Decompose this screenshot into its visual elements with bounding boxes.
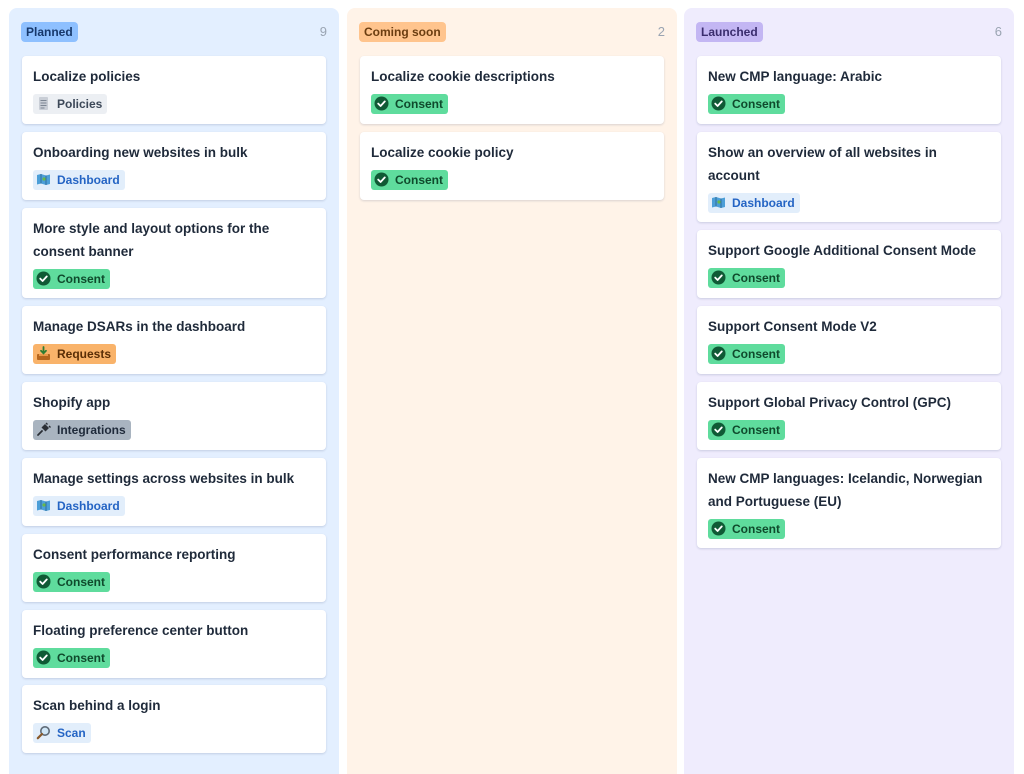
tag-policies: Policies (33, 94, 108, 114)
card-title: Show an overview of all websites in acco… (708, 145, 937, 183)
check-circle-icon (711, 346, 726, 361)
column-launched: Launched 6 New CMP language: Arabic Cons… (684, 8, 1014, 774)
card-title: New CMP language: Arabic (708, 69, 883, 84)
card-title: Support Global Privacy Control (GPC) (708, 395, 952, 410)
tag-integrations: Integrations (33, 420, 131, 440)
roadmap-card[interactable]: Localize policies Policies (22, 56, 326, 124)
plug-icon (36, 422, 51, 437)
tag-label: Integrations (57, 423, 126, 437)
tag-consent: Consent (708, 519, 785, 539)
tag-consent: Consent (708, 94, 785, 114)
tag-label: Consent (732, 271, 780, 285)
tag-label: Dashboard (732, 196, 795, 210)
tag-consent: Consent (708, 344, 785, 364)
status-pill-coming-soon: Coming soon (359, 22, 446, 42)
roadmap-card[interactable]: New CMP language: Arabic Consent (697, 56, 1001, 124)
tag-label: Consent (732, 97, 780, 111)
roadmap-card[interactable]: Manage settings across websites in bulk … (22, 458, 326, 526)
roadmap-card[interactable]: Scan behind a login Scan (22, 685, 326, 753)
tag-label: Dashboard (57, 499, 120, 513)
tag-consent: Consent (371, 94, 448, 114)
tag-label: Policies (57, 97, 103, 111)
card-title: Support Google Additional Consent Mode (708, 243, 976, 258)
tag-consent: Consent (33, 269, 110, 289)
tag-consent: Consent (708, 420, 785, 440)
card-title: Localize cookie policy (371, 145, 514, 160)
status-pill-planned: Planned (21, 22, 78, 42)
check-circle-icon (711, 270, 726, 285)
card-title: Floating preference center button (33, 623, 249, 638)
tag-consent: Consent (371, 170, 448, 190)
tag-label: Consent (57, 651, 105, 665)
roadmap-card[interactable]: New CMP languages: Icelandic, Norwegian … (697, 458, 1001, 548)
tag-consent: Consent (33, 572, 110, 592)
roadmap-card[interactable]: Consent performance reporting Consent (22, 534, 326, 602)
column-header: Launched 6 (696, 22, 1002, 44)
status-pill-launched: Launched (696, 22, 763, 42)
document-icon (36, 96, 51, 111)
tag-consent: Consent (33, 648, 110, 668)
card-title: Localize policies (33, 69, 141, 84)
card-title: Scan behind a login (33, 698, 161, 713)
check-circle-icon (36, 574, 51, 589)
card-title: Manage settings across websites in bulk (33, 471, 295, 486)
check-circle-icon (374, 172, 389, 187)
card-title: Onboarding new websites in bulk (33, 145, 248, 160)
card-title: Support Consent Mode V2 (708, 319, 877, 334)
card-title: Consent performance reporting (33, 547, 236, 562)
column-coming-soon: Coming soon 2 Localize cookie descriptio… (347, 8, 677, 774)
tag-label: Dashboard (57, 173, 120, 187)
card-title: Shopify app (33, 395, 111, 410)
tag-label: Consent (395, 173, 443, 187)
roadmap-card[interactable]: Localize cookie policy Consent (360, 132, 664, 200)
tag-label: Requests (57, 347, 112, 361)
roadmap-card[interactable]: Show an overview of all websites in acco… (697, 132, 1001, 222)
inbox-tray-icon (36, 346, 51, 361)
column-planned: Planned 9 Localize policies Policies Onb… (9, 8, 339, 774)
roadmap-card[interactable]: Shopify app Integrations (22, 382, 326, 450)
card-title: Manage DSARs in the dashboard (33, 319, 246, 334)
column-count: 2 (657, 24, 665, 39)
roadmap-card[interactable]: Floating preference center button Consen… (22, 610, 326, 678)
column-header: Coming soon 2 (359, 22, 665, 44)
column-count: 9 (319, 24, 327, 39)
tag-label: Consent (57, 575, 105, 589)
tag-label: Consent (732, 423, 780, 437)
roadmap-card[interactable]: Onboarding new websites in bulk Dashboar… (22, 132, 326, 200)
map-icon (36, 498, 51, 513)
roadmap-board: Planned 9 Localize policies Policies Onb… (0, 0, 1024, 774)
check-circle-icon (711, 521, 726, 536)
tag-label: Consent (57, 272, 105, 286)
tag-label: Consent (732, 522, 780, 536)
card-title: New CMP languages: Icelandic, Norwegian … (708, 471, 983, 509)
roadmap-card[interactable]: Support Google Additional Consent Mode C… (697, 230, 1001, 298)
check-circle-icon (36, 650, 51, 665)
tag-requests: Requests (33, 344, 117, 364)
tag-label: Consent (395, 97, 443, 111)
tag-dashboard: Dashboard (33, 170, 125, 190)
check-circle-icon (36, 271, 51, 286)
roadmap-card[interactable]: More style and layout options for the co… (22, 208, 326, 298)
magnifier-icon (36, 725, 51, 740)
card-title: Localize cookie descriptions (371, 69, 555, 84)
check-circle-icon (374, 96, 389, 111)
tag-dashboard: Dashboard (708, 193, 800, 213)
check-circle-icon (711, 422, 726, 437)
roadmap-card[interactable]: Localize cookie descriptions Consent (360, 56, 664, 124)
tag-label: Scan (57, 726, 86, 740)
map-icon (711, 195, 726, 210)
card-title: More style and layout options for the co… (33, 221, 270, 259)
column-header: Planned 9 (21, 22, 327, 44)
tag-dashboard: Dashboard (33, 496, 125, 516)
column-count: 6 (994, 24, 1002, 39)
tag-scan: Scan (33, 723, 91, 743)
tag-consent: Consent (708, 268, 785, 288)
check-circle-icon (711, 96, 726, 111)
roadmap-card[interactable]: Support Global Privacy Control (GPC) Con… (697, 382, 1001, 450)
map-icon (36, 172, 51, 187)
roadmap-card[interactable]: Manage DSARs in the dashboard Requests (22, 306, 326, 374)
roadmap-card[interactable]: Support Consent Mode V2 Consent (697, 306, 1001, 374)
tag-label: Consent (732, 347, 780, 361)
